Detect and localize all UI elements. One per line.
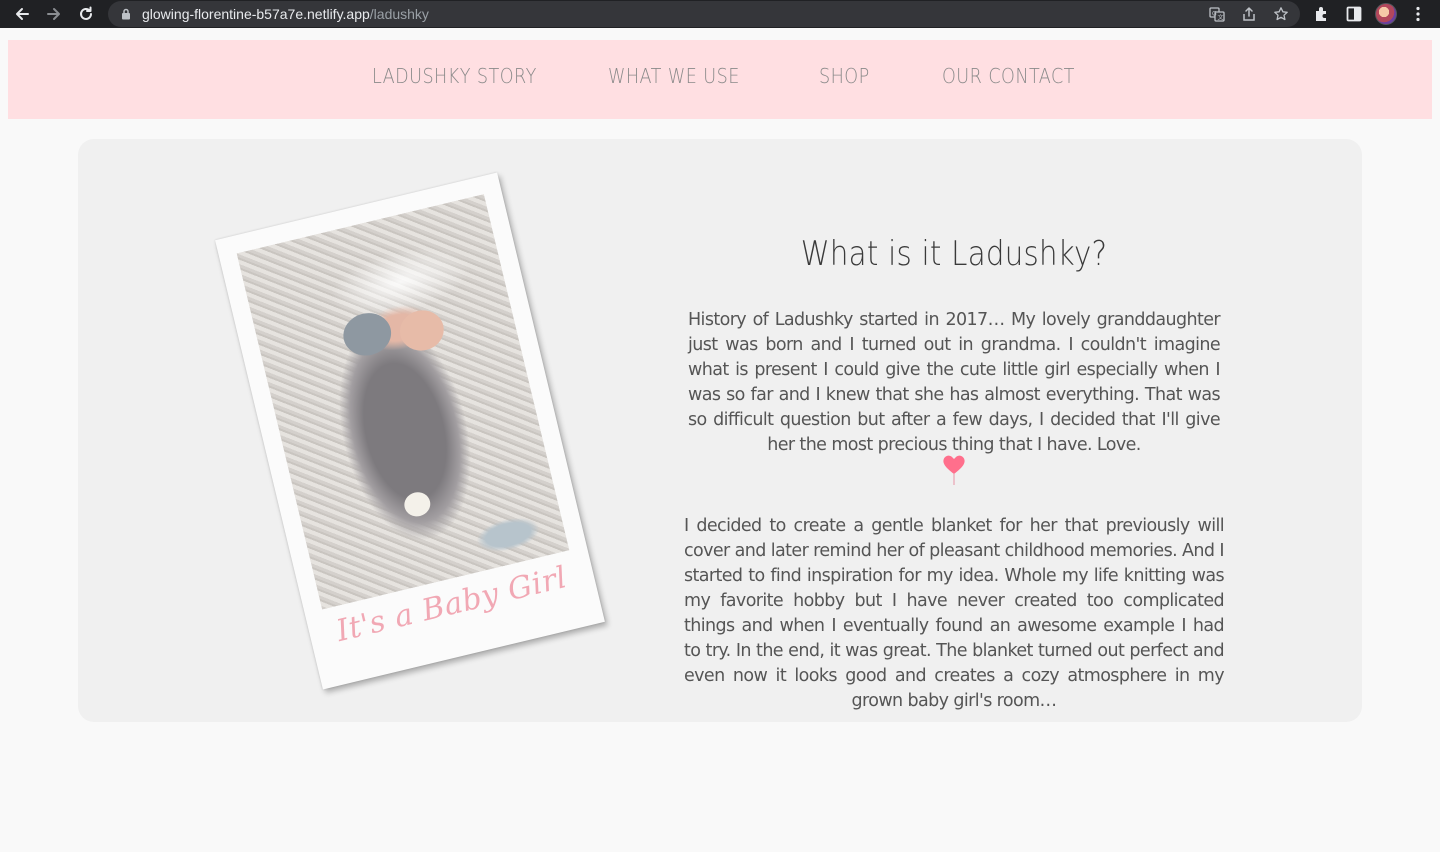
nav-item-ladushky-story[interactable]: LADUSHKY STORY: [372, 64, 537, 88]
story-paragraph-2: I decided to create a gentle blanket for…: [684, 516, 1225, 711]
baby-face: [395, 305, 448, 356]
nav-item-what-we-use[interactable]: WHAT WE USE: [608, 64, 740, 88]
lock-icon: [122, 8, 130, 20]
star-icon[interactable]: [1273, 6, 1289, 22]
baby-hat: [339, 308, 396, 361]
browser-toolbar: glowing-florentine-b57a7e.netlify.app/la…: [0, 0, 1440, 28]
translate-icon[interactable]: G文: [1209, 6, 1225, 22]
sidebar-icon[interactable]: [1345, 5, 1363, 23]
svg-text:G: G: [1212, 11, 1217, 18]
address-bar[interactable]: glowing-florentine-b57a7e.netlify.app/la…: [108, 1, 1300, 27]
back-arrow-icon[interactable]: [11, 3, 33, 25]
blanket-pompom: [401, 489, 433, 520]
share-icon[interactable]: [1241, 6, 1257, 22]
url-text: glowing-florentine-b57a7e.netlify.app/la…: [142, 6, 429, 22]
page-title: What is it Ladushky?: [800, 234, 1108, 274]
extensions-icon[interactable]: [1313, 5, 1331, 23]
nav-item-our-contact[interactable]: OUR CONTACT: [942, 64, 1075, 88]
avatar[interactable]: [1375, 3, 1397, 25]
nav-item-shop[interactable]: SHOP: [819, 64, 870, 88]
forward-arrow-icon[interactable]: [43, 3, 65, 25]
story-paragraph-1: History of Ladushky started in 2017… My …: [688, 310, 1221, 455]
heart-balloon-icon: [943, 455, 965, 485]
more-icon[interactable]: [1409, 5, 1427, 23]
svg-text:文: 文: [1218, 14, 1224, 22]
reload-icon[interactable]: [75, 3, 97, 25]
